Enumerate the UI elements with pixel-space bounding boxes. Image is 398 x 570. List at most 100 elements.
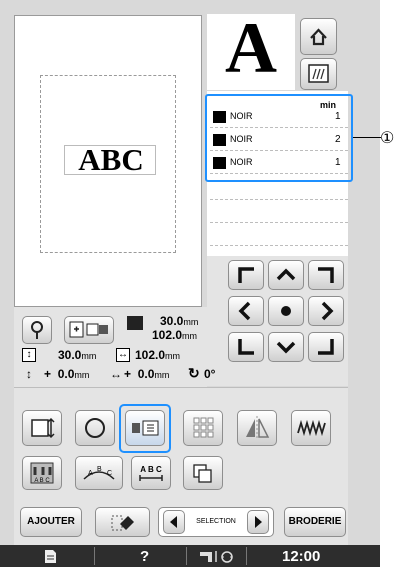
center-dot-icon — [281, 306, 291, 316]
move-up-button[interactable] — [268, 260, 304, 290]
letter-spacing-icon: A B C — [139, 465, 163, 481]
chevron-right-icon — [321, 301, 334, 321]
document-icon — [45, 550, 56, 563]
corner-down-right-icon — [318, 339, 334, 355]
home-icon — [310, 28, 327, 46]
add-button-label: AJOUTER — [27, 516, 75, 527]
thread-row-empty — [210, 199, 348, 200]
chevron-up-icon — [276, 268, 296, 281]
thread-row-empty — [210, 245, 348, 246]
design-preview-text: ABC — [78, 142, 144, 177]
horizontal-offset-icon: ↔ — [110, 367, 122, 381]
selection-prev-button[interactable] — [163, 510, 185, 534]
mirror-icon — [246, 416, 270, 440]
thread-minutes: 1 — [335, 111, 341, 122]
array-button[interactable] — [183, 410, 223, 446]
thread-row[interactable]: NOIR 1 — [210, 108, 348, 128]
svg-text:B: B — [97, 466, 102, 473]
svg-text:A: A — [88, 470, 93, 477]
eraser-icon — [111, 515, 134, 531]
center-button[interactable] — [268, 296, 304, 326]
width-value: 102.0mm — [135, 348, 181, 362]
size-width-value: 102.0mm — [152, 328, 198, 342]
rotate-icon — [85, 418, 105, 438]
color-palette-icon — [132, 420, 159, 436]
move-right-button[interactable] — [308, 296, 344, 326]
move-up-right-button[interactable] — [308, 260, 344, 290]
move-down-button[interactable] — [268, 332, 304, 362]
selection-next-button[interactable] — [247, 510, 269, 534]
size-icon — [127, 316, 143, 330]
thread-color-button[interactable] — [125, 410, 165, 446]
multi-color-button[interactable]: A B C — [22, 456, 62, 490]
thread-minutes: 2 — [335, 134, 341, 145]
sewing-machine-icon — [200, 551, 233, 563]
move-left-button[interactable] — [228, 296, 264, 326]
machine-status-icon — [198, 548, 238, 565]
corner-down-left-icon — [238, 339, 254, 355]
thread-spool-icon — [213, 111, 226, 123]
resize-button[interactable] — [22, 410, 62, 446]
thread-spool-icon — [213, 157, 226, 169]
thread-color-name: NOIR — [230, 157, 253, 167]
embroidery-frame-icon — [308, 64, 329, 83]
embroider-button-label: BRODERIE — [288, 516, 342, 527]
help-button[interactable]: ? — [140, 548, 149, 565]
arc-layout-button[interactable]: ABC — [75, 456, 123, 490]
chevron-down-icon — [276, 341, 296, 354]
border-button[interactable] — [183, 456, 223, 490]
height-icon: ↕ — [22, 348, 36, 362]
add-button[interactable]: AJOUTER — [20, 507, 82, 537]
frame-position-button[interactable] — [64, 316, 114, 344]
frame-move-icon — [69, 321, 108, 338]
rotation-value: 0° — [204, 367, 216, 381]
horizontal-offset-value: + 0.0mm — [124, 367, 170, 381]
clock: 12:00 — [282, 548, 321, 565]
status-divider — [94, 547, 95, 565]
vertical-offset-value: + 0.0mm — [44, 367, 90, 381]
arc-text-icon: ABC — [83, 466, 115, 480]
svg-text:C: C — [107, 470, 112, 477]
home-button[interactable] — [300, 18, 337, 55]
rotate-button[interactable] — [75, 410, 115, 446]
triangle-right-icon — [255, 516, 262, 528]
mirror-button[interactable] — [237, 410, 277, 446]
frame-display-button[interactable] — [300, 58, 337, 90]
stitch-density-icon — [297, 419, 326, 437]
thread-row[interactable]: NOIR 2 — [210, 131, 348, 151]
status-divider — [186, 547, 187, 565]
move-down-right-button[interactable] — [308, 332, 344, 362]
magnifier-icon — [31, 321, 43, 339]
thread-row[interactable]: NOIR 1 — [210, 154, 348, 174]
chevron-left-icon — [238, 301, 251, 321]
character-preview-glyph: A — [225, 8, 277, 88]
selection-label: SELECTION — [196, 518, 236, 525]
thread-row-empty — [210, 222, 348, 223]
delete-button[interactable] — [95, 507, 150, 537]
thread-minutes: 1 — [335, 157, 341, 168]
zoom-button[interactable] — [22, 316, 52, 344]
move-down-left-button[interactable] — [228, 332, 264, 362]
thread-spool-icon — [213, 134, 226, 146]
rotation-icon: ↻ — [188, 365, 200, 381]
size-height-value: 30.0mm — [160, 314, 199, 328]
manual-button[interactable] — [40, 548, 60, 565]
triangle-left-icon — [170, 516, 177, 528]
width-icon: ↔ — [116, 348, 130, 362]
move-up-left-button[interactable] — [228, 260, 264, 290]
vertical-offset-icon: ↕ — [26, 367, 32, 381]
resize-icon — [31, 417, 55, 439]
thread-color-name: NOIR — [230, 134, 253, 144]
embroider-button[interactable]: BRODERIE — [284, 507, 346, 537]
height-value: 30.0mm — [58, 348, 97, 362]
svg-text:A B C: A B C — [140, 465, 162, 474]
callout-line — [353, 137, 381, 138]
callout-marker: ① — [380, 130, 395, 147]
spacing-button[interactable]: A B C — [131, 456, 171, 490]
density-button[interactable] — [291, 410, 331, 446]
svg-text:A B C: A B C — [34, 478, 50, 484]
multi-color-text-icon: A B C — [30, 462, 54, 484]
corner-up-left-icon — [238, 267, 254, 283]
border-icon — [193, 464, 212, 483]
status-divider — [246, 547, 247, 565]
